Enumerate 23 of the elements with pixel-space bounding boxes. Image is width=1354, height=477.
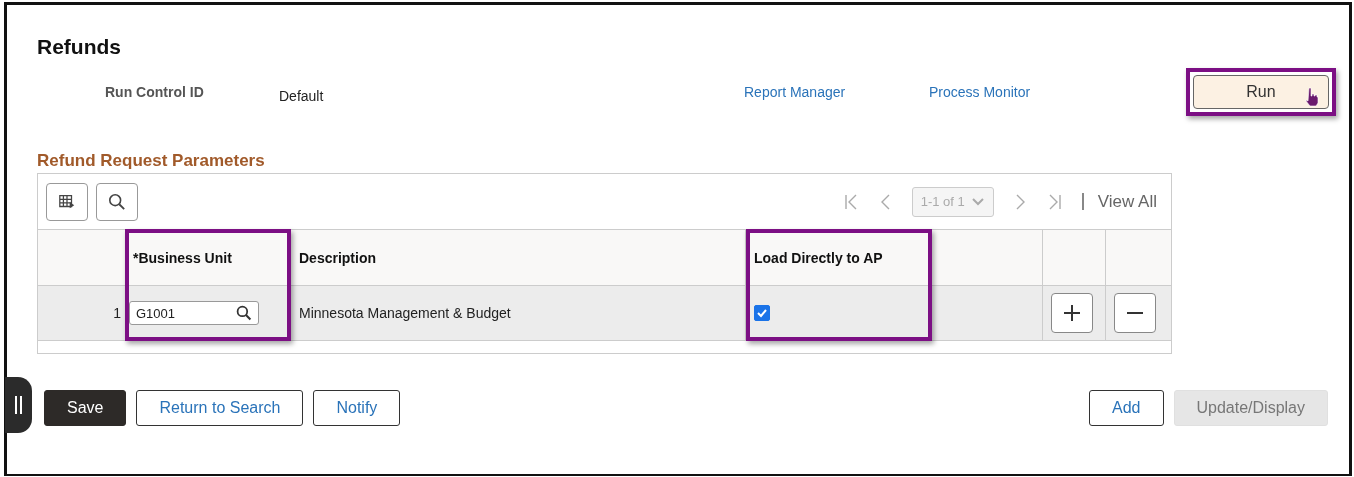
link[interactable]: Report Manager bbox=[744, 84, 929, 100]
hand-cursor-icon bbox=[1304, 87, 1320, 107]
section-title: Refund Request Parameters bbox=[37, 151, 1172, 174]
drag-handle-icon[interactable] bbox=[5, 377, 32, 433]
row-number: 1 bbox=[38, 285, 125, 341]
action-button[interactable]: Add bbox=[1089, 390, 1164, 426]
action-button[interactable]: Notify bbox=[313, 390, 401, 426]
run-button[interactable]: Run bbox=[1193, 75, 1329, 109]
column-header: Description bbox=[291, 229, 746, 285]
search-icon[interactable] bbox=[236, 305, 252, 321]
link[interactable]: Process Monitor bbox=[929, 84, 1186, 100]
personalize-icon[interactable] bbox=[46, 182, 88, 221]
action-button[interactable]: Return to Search bbox=[136, 390, 304, 426]
add-row-icon[interactable] bbox=[1051, 293, 1093, 333]
action-button[interactable]: Save bbox=[44, 390, 127, 426]
field-value: Default bbox=[279, 88, 325, 104]
delete-row-icon[interactable] bbox=[1114, 293, 1156, 333]
checkbox[interactable] bbox=[754, 305, 770, 321]
input-field[interactable]: G1001 bbox=[129, 301, 259, 325]
field-label: Run Control ID bbox=[105, 84, 205, 100]
search-icon[interactable] bbox=[96, 182, 138, 221]
page-title: Refunds bbox=[37, 35, 122, 60]
table-cell: Minnesota Management & Budget bbox=[291, 285, 746, 341]
